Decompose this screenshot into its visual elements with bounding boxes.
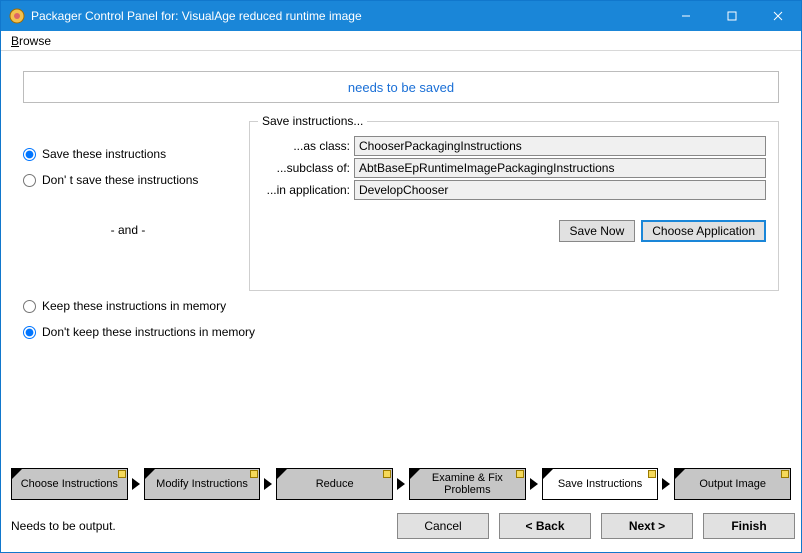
radio-save-instructions[interactable]: Save these instructions bbox=[23, 147, 233, 161]
wizard-steps: Choose Instructions Modify Instructions Re… bbox=[11, 468, 791, 500]
step-arrow-icon bbox=[397, 478, 405, 490]
save-now-button[interactable]: Save Now bbox=[559, 220, 636, 242]
radio-dont-keep-in-memory-input[interactable] bbox=[23, 326, 36, 339]
step-badge-icon bbox=[383, 470, 391, 478]
step-arrow-icon bbox=[264, 478, 272, 490]
step-badge-icon bbox=[781, 470, 789, 478]
radio-dont-save-instructions[interactable]: Don' t save these instructions bbox=[23, 173, 233, 187]
wizard-step-reduce[interactable]: Reduce bbox=[276, 468, 393, 500]
save-instructions-group: Save instructions... ...as class: ...sub… bbox=[249, 121, 779, 291]
in-application-label: ...in application: bbox=[262, 183, 354, 197]
app-icon bbox=[9, 8, 25, 24]
wizard-step-label: Save Instructions bbox=[558, 478, 642, 490]
cancel-button[interactable]: Cancel bbox=[397, 513, 489, 539]
subclass-of-label: ...subclass of: bbox=[262, 161, 354, 175]
subclass-of-input[interactable] bbox=[354, 158, 766, 178]
step-corner-icon bbox=[145, 469, 155, 479]
wizard-step-label: Reduce bbox=[316, 478, 354, 490]
step-corner-icon bbox=[675, 469, 685, 479]
window-close-button[interactable] bbox=[755, 1, 801, 31]
step-arrow-icon bbox=[132, 478, 140, 490]
wizard-step-save-instructions[interactable]: Save Instructions bbox=[542, 468, 659, 500]
radio-dont-keep-in-memory[interactable]: Don't keep these instructions in memory bbox=[23, 325, 779, 339]
menu-bar: Browse bbox=[1, 31, 801, 51]
radio-dont-save-instructions-label: Don' t save these instructions bbox=[42, 173, 198, 187]
wizard-step-choose-instructions[interactable]: Choose Instructions bbox=[11, 468, 128, 500]
radio-dont-save-instructions-input[interactable] bbox=[23, 174, 36, 187]
step-arrow-icon bbox=[530, 478, 538, 490]
step-corner-icon bbox=[277, 469, 287, 479]
radio-keep-in-memory[interactable]: Keep these instructions in memory bbox=[23, 299, 779, 313]
finish-button[interactable]: Finish bbox=[703, 513, 795, 539]
wizard-step-output-image[interactable]: Output Image bbox=[674, 468, 791, 500]
wizard-step-label: Output Image bbox=[699, 478, 766, 490]
step-arrow-icon bbox=[662, 478, 670, 490]
wizard-step-label: Modify Instructions bbox=[156, 478, 248, 490]
step-corner-icon bbox=[543, 469, 553, 479]
window-maximize-button[interactable] bbox=[709, 1, 755, 31]
as-class-input[interactable] bbox=[354, 136, 766, 156]
radio-save-instructions-label: Save these instructions bbox=[42, 147, 166, 161]
next-button[interactable]: Next > bbox=[601, 513, 693, 539]
wizard-step-label: Examine & Fix Problems bbox=[416, 472, 519, 496]
wizard-step-label: Choose Instructions bbox=[21, 478, 118, 490]
window-titlebar: Packager Control Panel for: VisualAge re… bbox=[1, 1, 801, 31]
wizard-step-examine-fix-problems[interactable]: Examine & Fix Problems bbox=[409, 468, 526, 500]
footer-bar: Needs to be output. Cancel < Back Next >… bbox=[7, 506, 795, 546]
back-button[interactable]: < Back bbox=[499, 513, 591, 539]
step-badge-icon bbox=[516, 470, 524, 478]
save-instructions-legend: Save instructions... bbox=[258, 114, 367, 128]
step-badge-icon bbox=[648, 470, 656, 478]
menu-browse[interactable]: Browse bbox=[5, 32, 57, 50]
as-class-label: ...as class: bbox=[262, 139, 354, 153]
choose-application-button[interactable]: Choose Application bbox=[641, 220, 766, 242]
step-corner-icon bbox=[410, 469, 420, 479]
radio-keep-in-memory-input[interactable] bbox=[23, 300, 36, 313]
save-banner: needs to be saved bbox=[23, 71, 779, 103]
radio-keep-in-memory-label: Keep these instructions in memory bbox=[42, 299, 226, 313]
step-corner-icon bbox=[12, 469, 22, 479]
window-minimize-button[interactable] bbox=[663, 1, 709, 31]
radio-save-instructions-input[interactable] bbox=[23, 148, 36, 161]
window-title: Packager Control Panel for: VisualAge re… bbox=[31, 9, 663, 23]
radio-dont-keep-in-memory-label: Don't keep these instructions in memory bbox=[42, 325, 255, 339]
wizard-step-modify-instructions[interactable]: Modify Instructions bbox=[144, 468, 261, 500]
and-label: - and - bbox=[23, 223, 233, 237]
step-badge-icon bbox=[250, 470, 258, 478]
in-application-input[interactable] bbox=[354, 180, 766, 200]
status-text: Needs to be output. bbox=[7, 519, 116, 533]
step-badge-icon bbox=[118, 470, 126, 478]
